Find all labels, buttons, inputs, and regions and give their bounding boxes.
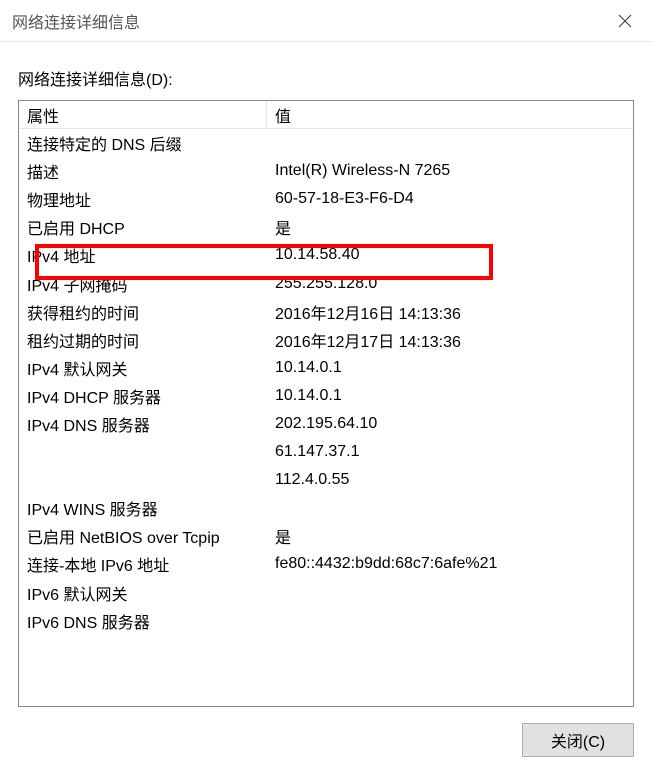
cell-property: 描述 [19, 159, 267, 183]
list-row[interactable]: 获得租约的时间2016年12月16日 14:13:36 [19, 298, 633, 326]
list-row[interactable]: 112.4.0.55 [19, 466, 633, 494]
list-row[interactable]: IPv4 DHCP 服务器10.14.0.1 [19, 382, 633, 410]
list-row[interactable]: IPv4 DNS 服务器202.195.64.10 [19, 410, 633, 438]
list-row[interactable]: IPv4 子网掩码255.255.128.0 [19, 269, 633, 297]
cell-value: 60-57-18-E3-F6-D4 [267, 190, 633, 208]
header-property[interactable]: 属性 [19, 101, 267, 129]
cell-value: 10.14.58.40 [267, 246, 633, 264]
cell-value: 61.147.37.1 [267, 443, 633, 461]
cell-value: 2016年12月17日 14:13:36 [267, 328, 633, 352]
list-row[interactable]: 61.147.37.1 [19, 438, 633, 466]
list-row[interactable]: 物理地址60-57-18-E3-F6-D4 [19, 185, 633, 213]
list-row[interactable]: 连接特定的 DNS 后缀 [19, 129, 633, 157]
section-label: 网络连接详细信息(D): [18, 66, 634, 90]
list-body: 连接特定的 DNS 后缀描述Intel(R) Wireless-N 7265物理… [19, 129, 633, 635]
titlebar: 网络连接详细信息 [0, 0, 652, 42]
list-row[interactable]: 租约过期的时间2016年12月17日 14:13:36 [19, 326, 633, 354]
window-close-button[interactable] [602, 0, 648, 41]
cell-property: IPv4 WINS 服务器 [19, 496, 267, 520]
cell-property: 获得租约的时间 [19, 300, 267, 324]
cell-property: IPv6 默认网关 [19, 581, 267, 605]
list-header: 属性 值 [19, 101, 633, 129]
cell-value: fe80::4432:b9dd:68c7:6afe%21 [267, 555, 633, 573]
cell-property: IPv4 DHCP 服务器 [19, 384, 267, 408]
button-row: 关闭(C) [18, 707, 634, 757]
list-row[interactable]: IPv4 默认网关10.14.0.1 [19, 354, 633, 382]
list-row[interactable]: IPv4 地址10.14.58.40 [19, 241, 633, 269]
cell-value: 202.195.64.10 [267, 415, 633, 433]
cell-property: 租约过期的时间 [19, 328, 267, 352]
close-icon [618, 14, 632, 28]
cell-value: 255.255.128.0 [267, 275, 633, 293]
cell-property: IPv6 DNS 服务器 [19, 609, 267, 633]
list-row[interactable]: IPv6 默认网关 [19, 579, 633, 607]
list-row[interactable]: 已启用 DHCP是 [19, 213, 633, 241]
cell-property: IPv4 DNS 服务器 [19, 412, 267, 436]
cell-property: 连接特定的 DNS 后缀 [19, 131, 267, 155]
header-value[interactable]: 值 [267, 101, 633, 129]
list-row[interactable]: 连接-本地 IPv6 地址fe80::4432:b9dd:68c7:6afe%2… [19, 550, 633, 578]
close-button[interactable]: 关闭(C) [522, 723, 634, 757]
cell-property: IPv4 子网掩码 [19, 272, 267, 296]
cell-value: 是 [267, 215, 633, 239]
list-row[interactable]: IPv6 DNS 服务器 [19, 607, 633, 635]
window-title: 网络连接详细信息 [12, 9, 140, 33]
list-row[interactable]: IPv4 WINS 服务器 [19, 494, 633, 522]
cell-property: 已启用 NetBIOS over Tcpip [19, 524, 267, 548]
dialog-window: 网络连接详细信息 网络连接详细信息(D): 属性 值 连接特定的 DNS 后缀描… [0, 0, 652, 771]
cell-value: 10.14.0.1 [267, 387, 633, 405]
cell-property: IPv4 默认网关 [19, 356, 267, 380]
cell-value: 112.4.0.55 [267, 471, 633, 489]
cell-value: 10.14.0.1 [267, 359, 633, 377]
cell-property: 已启用 DHCP [19, 215, 267, 239]
cell-property: IPv4 地址 [19, 243, 267, 267]
details-listview[interactable]: 属性 值 连接特定的 DNS 后缀描述Intel(R) Wireless-N 7… [18, 100, 634, 707]
cell-property: 物理地址 [19, 187, 267, 211]
cell-value: 2016年12月16日 14:13:36 [267, 300, 633, 324]
dialog-content: 网络连接详细信息(D): 属性 值 连接特定的 DNS 后缀描述Intel(R)… [0, 42, 652, 771]
list-row[interactable]: 描述Intel(R) Wireless-N 7265 [19, 157, 633, 185]
cell-value: 是 [267, 524, 633, 548]
list-row[interactable]: 已启用 NetBIOS over Tcpip是 [19, 522, 633, 550]
cell-value: Intel(R) Wireless-N 7265 [267, 162, 633, 180]
cell-property: 连接-本地 IPv6 地址 [19, 552, 267, 576]
